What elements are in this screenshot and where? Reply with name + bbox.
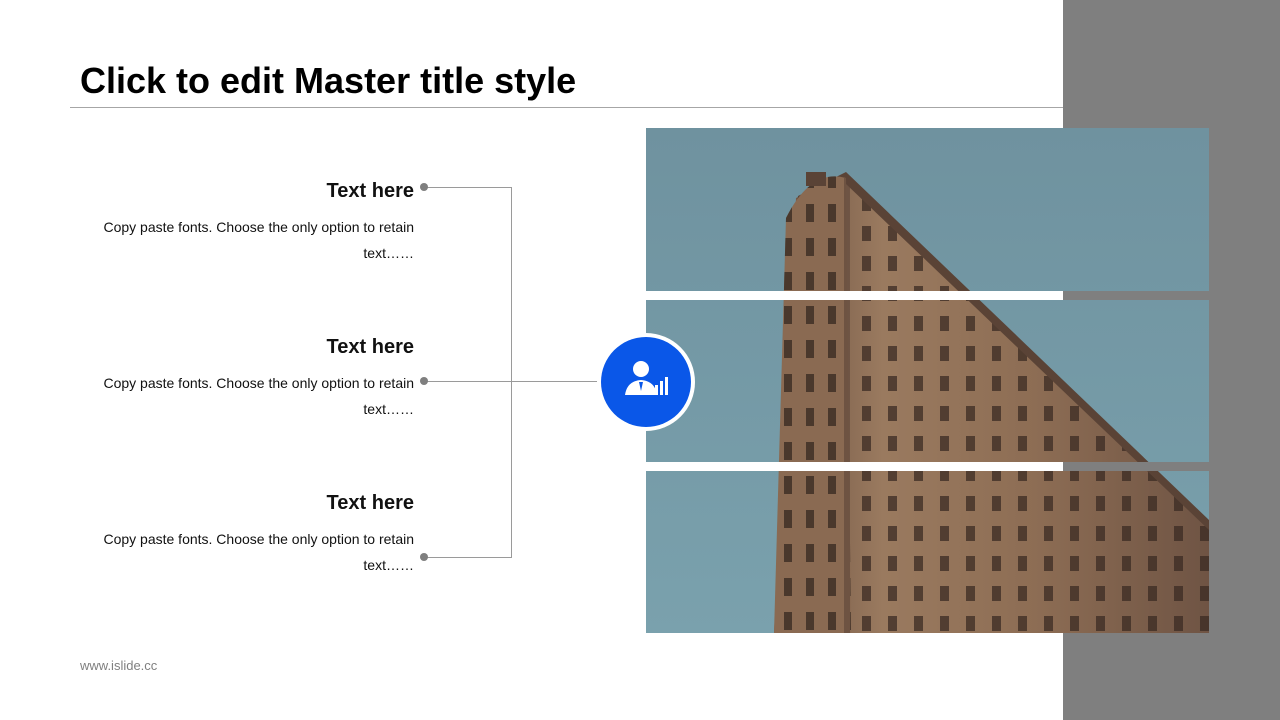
connector-dot-3 <box>420 553 428 561</box>
item-heading: Text here <box>326 180 414 202</box>
photo-strip-1 <box>646 128 1209 291</box>
hub-circle[interactable] <box>597 333 695 431</box>
item-body: Copy paste fonts. Choose the only option… <box>103 219 414 261</box>
connector-dot-2 <box>420 377 428 385</box>
item-body: Copy paste fonts. Choose the only option… <box>103 531 414 573</box>
item-body: Copy paste fonts. Choose the only option… <box>103 375 414 417</box>
title-underline <box>70 107 1063 108</box>
connector-top <box>425 187 511 188</box>
item-heading: Text here <box>326 336 414 358</box>
slide: Click to edit Master title style Text he… <box>0 0 1280 720</box>
connector-middle <box>425 381 601 382</box>
hub-inner-circle <box>601 337 691 427</box>
text-item-1[interactable]: Text here Copy paste fonts. Choose the o… <box>80 178 414 266</box>
footer-url: www.islide.cc <box>80 658 158 673</box>
connector-dot-1 <box>420 183 428 191</box>
connector-bottom <box>425 557 511 558</box>
connector-vertical <box>511 187 512 558</box>
text-item-3[interactable]: Text here Copy paste fonts. Choose the o… <box>80 490 414 578</box>
text-item-2[interactable]: Text here Copy paste fonts. Choose the o… <box>80 334 414 422</box>
slide-title[interactable]: Click to edit Master title style <box>80 60 576 102</box>
user-analytics-icon <box>625 361 668 395</box>
photo-strip-2 <box>646 300 1209 462</box>
photo-strip-3 <box>646 471 1209 633</box>
item-heading: Text here <box>326 492 414 514</box>
